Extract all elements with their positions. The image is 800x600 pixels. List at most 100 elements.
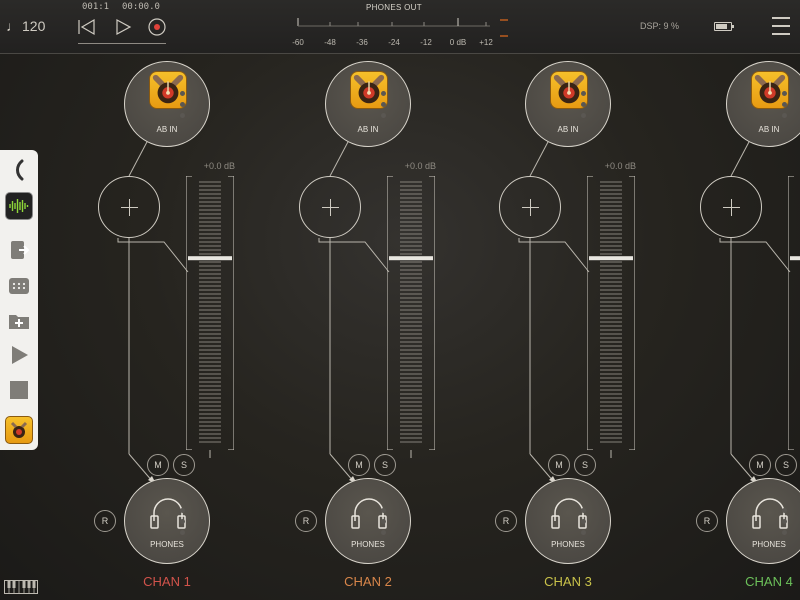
add-folder-icon: [9, 315, 29, 329]
record-button[interactable]: [144, 14, 170, 40]
output-level-meter: -60 -48 -36 -24 -12 0 dB +12: [290, 14, 512, 54]
plugin-options-dots[interactable]: [782, 91, 788, 124]
fader-handle: [389, 256, 433, 261]
ab-in-app-button[interactable]: [5, 416, 33, 444]
gain-readout: +0.0 dB: [787, 161, 800, 171]
input-plugin-slot[interactable]: AB IN: [124, 61, 210, 147]
output-slot[interactable]: PHONES: [124, 478, 210, 564]
mute-button[interactable]: M: [147, 454, 169, 476]
solo-button[interactable]: S: [173, 454, 195, 476]
channel-name: CHAN 2: [344, 574, 392, 589]
tempo-value: 120: [22, 18, 46, 34]
top-bar: ♩ 120 001:1 00:00.0 PHONES OUT -60 -48 -…: [0, 0, 800, 54]
record-arm-button[interactable]: R: [495, 510, 517, 532]
output-options-dots[interactable]: [782, 508, 788, 541]
output-options-dots[interactable]: [581, 508, 587, 541]
music-note-icon: ♩: [6, 18, 20, 34]
plugin-options-dots[interactable]: [581, 91, 587, 124]
tempo-display[interactable]: ♩ 120: [6, 18, 45, 34]
side-play-button[interactable]: [5, 341, 33, 369]
meter-scale: [297, 18, 508, 37]
plugin-options-dots[interactable]: [180, 91, 186, 124]
play-icon: [12, 346, 28, 364]
plugin-label: AB IN: [557, 125, 579, 134]
mute-button[interactable]: M: [548, 454, 570, 476]
waveform-app-icon: [9, 199, 29, 213]
position-time: 00:00.0: [122, 2, 160, 12]
input-plugin-slot[interactable]: AB IN: [325, 61, 411, 147]
add-effect-button[interactable]: [700, 176, 762, 238]
plugin-label: AB IN: [357, 125, 379, 134]
keyboard-grid-icon: [9, 278, 29, 294]
piano-keyboard-icon: [4, 580, 38, 594]
rewind-button[interactable]: [74, 14, 100, 40]
output-slot[interactable]: PHONES: [525, 478, 611, 564]
menu-button[interactable]: [772, 17, 790, 37]
keyboard-button[interactable]: [5, 272, 33, 300]
record-arm-button[interactable]: R: [94, 510, 116, 532]
piano-keyboard-button[interactable]: [4, 580, 38, 594]
skip-back-icon: [78, 18, 95, 36]
output-meter-title: PHONES OUT: [366, 3, 422, 12]
add-folder-button[interactable]: [5, 307, 33, 335]
meter-label: -36: [356, 38, 368, 47]
fader-handle: [589, 256, 633, 261]
position-bars: 001:1: [82, 2, 110, 12]
output-options-dots[interactable]: [381, 508, 387, 541]
mute-button[interactable]: M: [348, 454, 370, 476]
stop-icon: [10, 381, 28, 399]
battery-fill: [716, 24, 727, 29]
gain-readout: +0.0 dB: [604, 161, 636, 171]
record-arm-button[interactable]: R: [696, 510, 718, 532]
output-slot[interactable]: PHONES: [325, 478, 411, 564]
plugin-options-dots[interactable]: [381, 91, 387, 124]
meter-label: +12: [479, 38, 493, 47]
meter-label: -48: [324, 38, 336, 47]
plugin-label: AB IN: [758, 125, 780, 134]
record-icon: [148, 18, 166, 36]
input-plugin-slot[interactable]: AB IN: [726, 61, 800, 147]
hamburger-icon: [772, 17, 790, 19]
transport-progress-line: [78, 43, 166, 44]
plugin-label: AB IN: [156, 125, 178, 134]
volume-fader[interactable]: [787, 175, 800, 451]
solo-button[interactable]: S: [374, 454, 396, 476]
dsp-load: DSP: 9 %: [640, 21, 680, 31]
session-export-icon: [11, 241, 30, 259]
channel-name: CHAN 4: [745, 574, 793, 589]
volume-fader[interactable]: [586, 175, 636, 451]
volume-fader[interactable]: [185, 175, 235, 451]
meter-label: 0 dB: [449, 38, 467, 47]
mute-button[interactable]: M: [749, 454, 771, 476]
add-effect-button[interactable]: [299, 176, 361, 238]
record-arm-button[interactable]: R: [295, 510, 317, 532]
meter-label: -60: [292, 38, 304, 47]
export-session-button[interactable]: [5, 236, 33, 264]
fader-handle: [188, 256, 232, 261]
collapse-panel-button[interactable]: [5, 156, 33, 184]
input-plugin-slot[interactable]: AB IN: [525, 61, 611, 147]
add-effect-button[interactable]: [499, 176, 561, 238]
solo-button[interactable]: S: [574, 454, 596, 476]
meter-label: -12: [420, 38, 432, 47]
side-stop-button[interactable]: [5, 376, 33, 404]
output-label: PHONES: [551, 540, 585, 549]
add-effect-button[interactable]: [98, 176, 160, 238]
play-button[interactable]: [110, 14, 136, 40]
output-label: PHONES: [752, 540, 786, 549]
channel-name: CHAN 3: [544, 574, 592, 589]
meter-label: -24: [388, 38, 400, 47]
side-panel: [0, 150, 38, 450]
channel-strip: AB IN +0.0 dB M S R PHONES CHAN 4: [642, 54, 800, 600]
ab-in-app-icon: [10, 421, 28, 438]
output-slot[interactable]: PHONES: [726, 478, 800, 564]
output-options-dots[interactable]: [180, 508, 186, 541]
channel-strip: AB IN +0.0 dB M S R PHONES CHAN 1: [40, 54, 240, 600]
collapse-chevron-icon: [16, 159, 24, 181]
solo-button[interactable]: S: [775, 454, 797, 476]
play-icon: [116, 18, 132, 36]
channel-strip: AB IN +0.0 dB M S R PHONES CHAN 2: [241, 54, 441, 600]
waveform-app-button[interactable]: [5, 192, 33, 220]
volume-fader[interactable]: [386, 175, 436, 451]
output-label: PHONES: [150, 540, 184, 549]
